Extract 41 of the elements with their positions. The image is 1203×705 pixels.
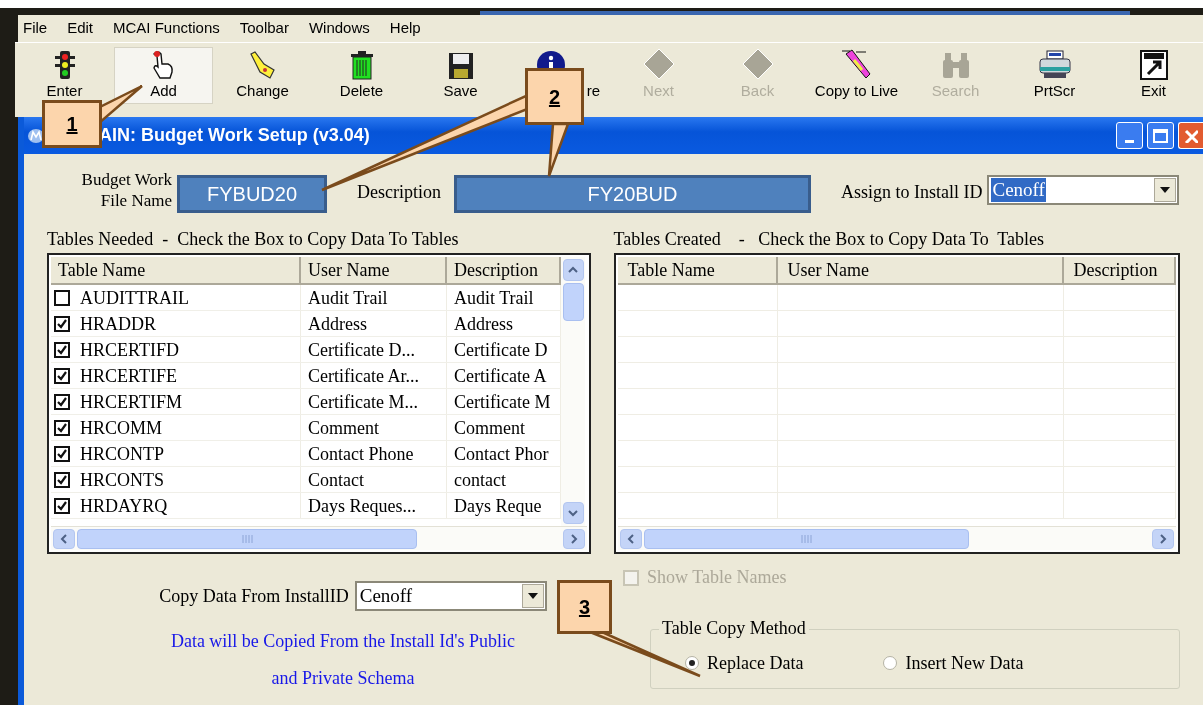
file-name-label: Budget Work File Name xyxy=(80,169,172,211)
table-cell-text: Address xyxy=(453,312,513,335)
table-cell-text: Certificate M xyxy=(453,390,551,413)
table-cell-text: AUDITTRAIL xyxy=(79,286,189,309)
table-cell-text: Certificate A xyxy=(453,364,547,387)
table-cell-text: Contact xyxy=(307,468,364,491)
table-cell-text: Days Reques... xyxy=(307,494,416,517)
radio-label: Insert New Data xyxy=(905,651,1024,675)
table-cell-text: Certificate D xyxy=(453,338,548,361)
callout-tooltip: 3 xyxy=(557,580,612,634)
table-cell-text: HRDAYRQ xyxy=(79,494,168,517)
schema-note: Data will be Copied From the Install Id's Public and Private Schema xyxy=(170,630,516,690)
callout-tooltip: 2 xyxy=(525,68,584,125)
table-cell-text: Comment xyxy=(307,416,379,439)
tables-needed-heading: Tables Needed - Check the Box to Copy Data To Tables xyxy=(47,229,460,249)
window-title: AIN: Budget Work Setup (v3.04) xyxy=(99,124,370,147)
copy-from-label: Copy Data From InstallID xyxy=(159,584,349,608)
table-cell-text: Contact Phone xyxy=(307,442,414,465)
table-cell-text: Certificate Ar... xyxy=(307,364,419,387)
install-id-label: Assign to Install ID xyxy=(841,181,983,204)
table-cell-text: Certificate D... xyxy=(307,338,415,361)
table-cell-text: Contact Phor xyxy=(453,442,549,465)
table-cell-text: HRADDR xyxy=(79,312,156,335)
table-cell-text: HRCERTIFD xyxy=(79,338,179,361)
table-cell-text: Audit Trail xyxy=(307,286,388,309)
table-cell-text: HRCONTS xyxy=(79,468,164,491)
table-cell-text: contact xyxy=(453,468,506,491)
table-cell-text: HRCONTP xyxy=(79,442,164,465)
table-cell-text: Certificate M... xyxy=(307,390,418,413)
table-cell-text: Address xyxy=(307,312,367,335)
description-label: Description xyxy=(357,181,441,204)
table-cell-text: Comment xyxy=(453,416,525,439)
table-cell-text: Audit Trail xyxy=(453,286,534,309)
table-cell-text: HRCERTIFM xyxy=(79,390,182,413)
tables-created-heading: Tables Created - Check the Box to Copy Data To Tables xyxy=(613,229,1046,249)
table-cell-text: HRCOMM xyxy=(79,416,163,439)
show-table-names-label: Show Table Names xyxy=(647,566,787,589)
table-cell-text: HRCERTIFE xyxy=(79,364,177,387)
radio-label: Replace Data xyxy=(707,651,804,675)
callout-tooltip: 1 xyxy=(42,100,102,148)
table-cell-text: Days Reque xyxy=(453,494,542,517)
